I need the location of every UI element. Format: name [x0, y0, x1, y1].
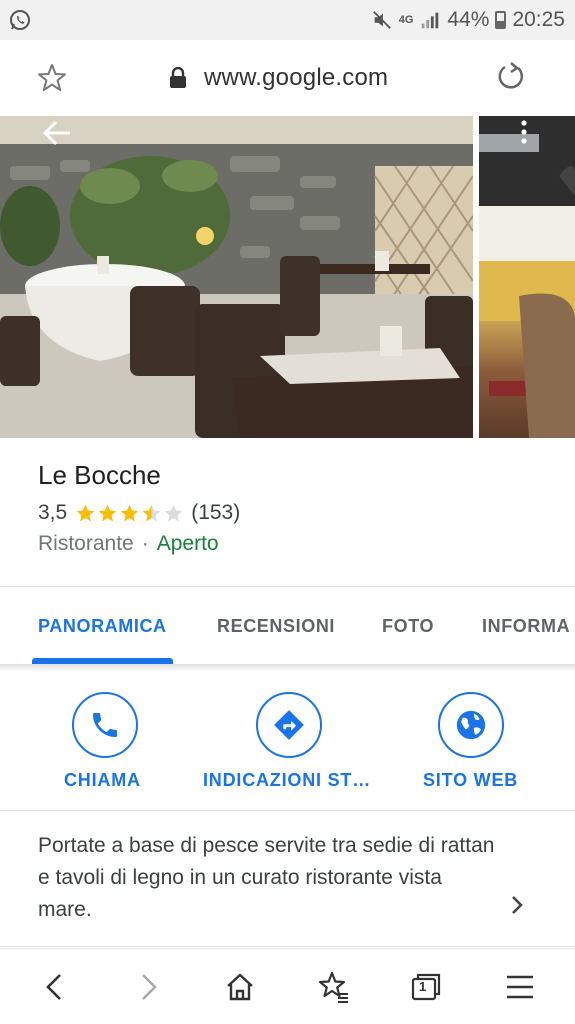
directions-circle[interactable]	[256, 692, 322, 758]
tabs-shadow	[0, 664, 575, 672]
divider	[0, 946, 575, 947]
status-bar: 4G 44% 20:25	[0, 0, 575, 40]
website-label[interactable]: SITO WEB	[423, 770, 518, 791]
star-icon	[164, 504, 183, 521]
tab-informazioni[interactable]: INFORMA	[482, 616, 575, 637]
place-category: Ristorante	[38, 532, 134, 555]
website-circle[interactable]	[438, 692, 504, 758]
home-icon	[227, 973, 253, 1001]
bookmarks-star-icon	[318, 971, 348, 1003]
open-status: Aperto	[156, 532, 219, 555]
divider	[0, 586, 575, 587]
mute-icon	[372, 11, 391, 29]
tab-foto[interactable]: FOTO	[382, 616, 434, 637]
nav-menu-button[interactable]	[500, 967, 540, 1007]
category-row: Ristorante · Aperto	[38, 532, 219, 556]
signal-icon	[422, 12, 439, 29]
star-icon	[142, 504, 161, 521]
bookmark-star-icon[interactable]	[36, 62, 68, 94]
tab-bar: PANORAMICA RECENSIONI FOTO INFORMA	[0, 588, 575, 664]
call-button[interactable]: CHIAMA	[24, 692, 184, 792]
tab-recensioni[interactable]: RECENSIONI	[217, 616, 335, 637]
chevron-right-icon[interactable]	[506, 890, 530, 920]
rating-value: 3,5	[38, 501, 68, 524]
tab-count: 1	[419, 979, 427, 994]
star-icon	[98, 504, 117, 521]
star-icon	[120, 504, 139, 521]
restaurant-photo-next[interactable]	[479, 116, 575, 438]
photo-illustration	[0, 116, 473, 438]
rating-row[interactable]: 3,5 (153)	[38, 498, 240, 528]
place-description[interactable]: Portate a base di pesce servite tra sedi…	[38, 830, 498, 926]
url-text[interactable]: www.google.com	[204, 64, 388, 92]
chevron-left-icon	[46, 974, 61, 1000]
review-count[interactable]: (153)	[191, 501, 240, 525]
star-icon	[76, 504, 95, 521]
browser-url-bar: www.google.com	[0, 40, 575, 116]
call-circle[interactable]	[72, 692, 138, 758]
nav-tabs-button[interactable]: 1	[406, 967, 446, 1007]
whatsapp-icon	[10, 10, 30, 30]
back-arrow-icon[interactable]	[40, 116, 74, 150]
phone-icon	[93, 713, 117, 737]
call-label[interactable]: CHIAMA	[64, 770, 141, 791]
separator-dot: ·	[141, 532, 149, 555]
battery-percent: 44%	[447, 8, 490, 31]
more-options-icon[interactable]	[514, 118, 534, 148]
network-type: 4G	[398, 14, 414, 26]
directions-icon	[274, 710, 304, 740]
nav-home-button[interactable]	[220, 967, 260, 1007]
directions-button[interactable]: INDICAZIONI ST…	[195, 692, 385, 792]
directions-label[interactable]: INDICAZIONI ST…	[203, 770, 371, 791]
globe-icon	[456, 710, 486, 740]
rating-stars	[75, 503, 185, 524]
photo-illustration-next	[479, 116, 575, 438]
divider	[0, 810, 575, 811]
clock: 20:25	[512, 8, 565, 31]
restaurant-photo[interactable]	[0, 116, 473, 438]
place-name: Le Bocche	[38, 460, 161, 490]
nav-back-button[interactable]	[35, 967, 75, 1007]
browser-bottom-nav: 1	[0, 948, 575, 1024]
tab-panoramica[interactable]: PANORAMICA	[38, 616, 167, 637]
menu-icon	[507, 975, 533, 999]
photo-carousel[interactable]	[0, 116, 575, 438]
chevron-right-icon	[142, 974, 157, 1000]
battery-icon	[495, 11, 507, 29]
website-button[interactable]: SITO WEB	[405, 692, 565, 792]
lock-icon	[170, 67, 186, 88]
reload-icon[interactable]	[494, 60, 528, 94]
nav-forward-button[interactable]	[128, 967, 168, 1007]
nav-bookmarks-button[interactable]	[314, 967, 354, 1007]
